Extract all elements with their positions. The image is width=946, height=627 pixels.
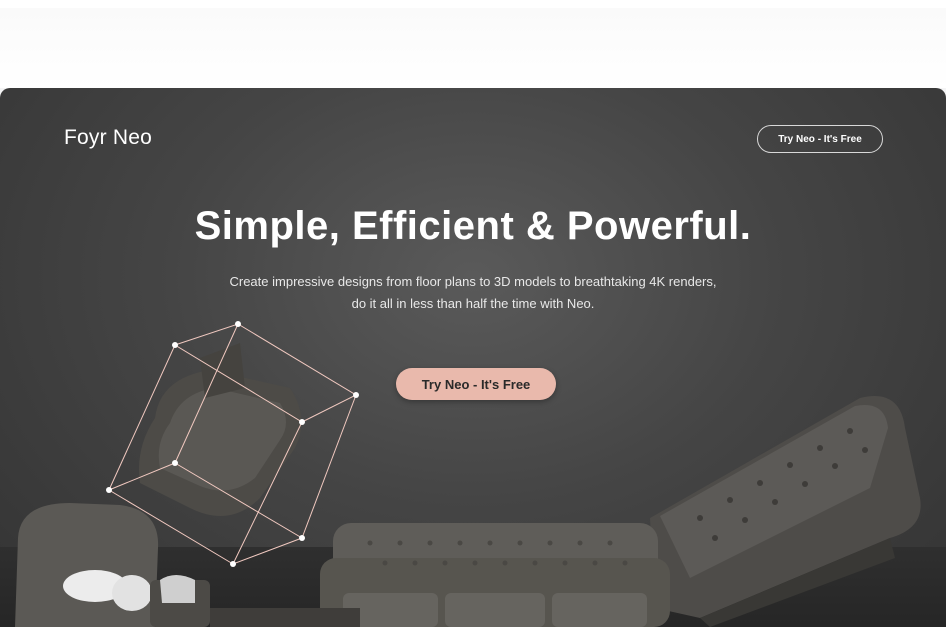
previous-section-edge (0, 0, 946, 8)
chaise-sofa-image (650, 396, 921, 627)
brand-logo[interactable]: Foyr Neo (64, 126, 152, 150)
center-sofa-image (320, 523, 670, 627)
page-gap (0, 8, 946, 88)
hero-headline: Simple, Efficient & Powerful. (194, 204, 752, 248)
hero-section: Foyr Neo Try Neo - It's Free Simple, Eff… (0, 88, 946, 627)
furniture-scene-illustration (15, 321, 921, 627)
nav-try-neo-button[interactable]: Try Neo - It's Free (757, 125, 883, 153)
hero-try-neo-button[interactable]: Try Neo - It's Free (396, 368, 556, 400)
hero-subtext: Create impressive designs from floor pla… (229, 274, 717, 311)
